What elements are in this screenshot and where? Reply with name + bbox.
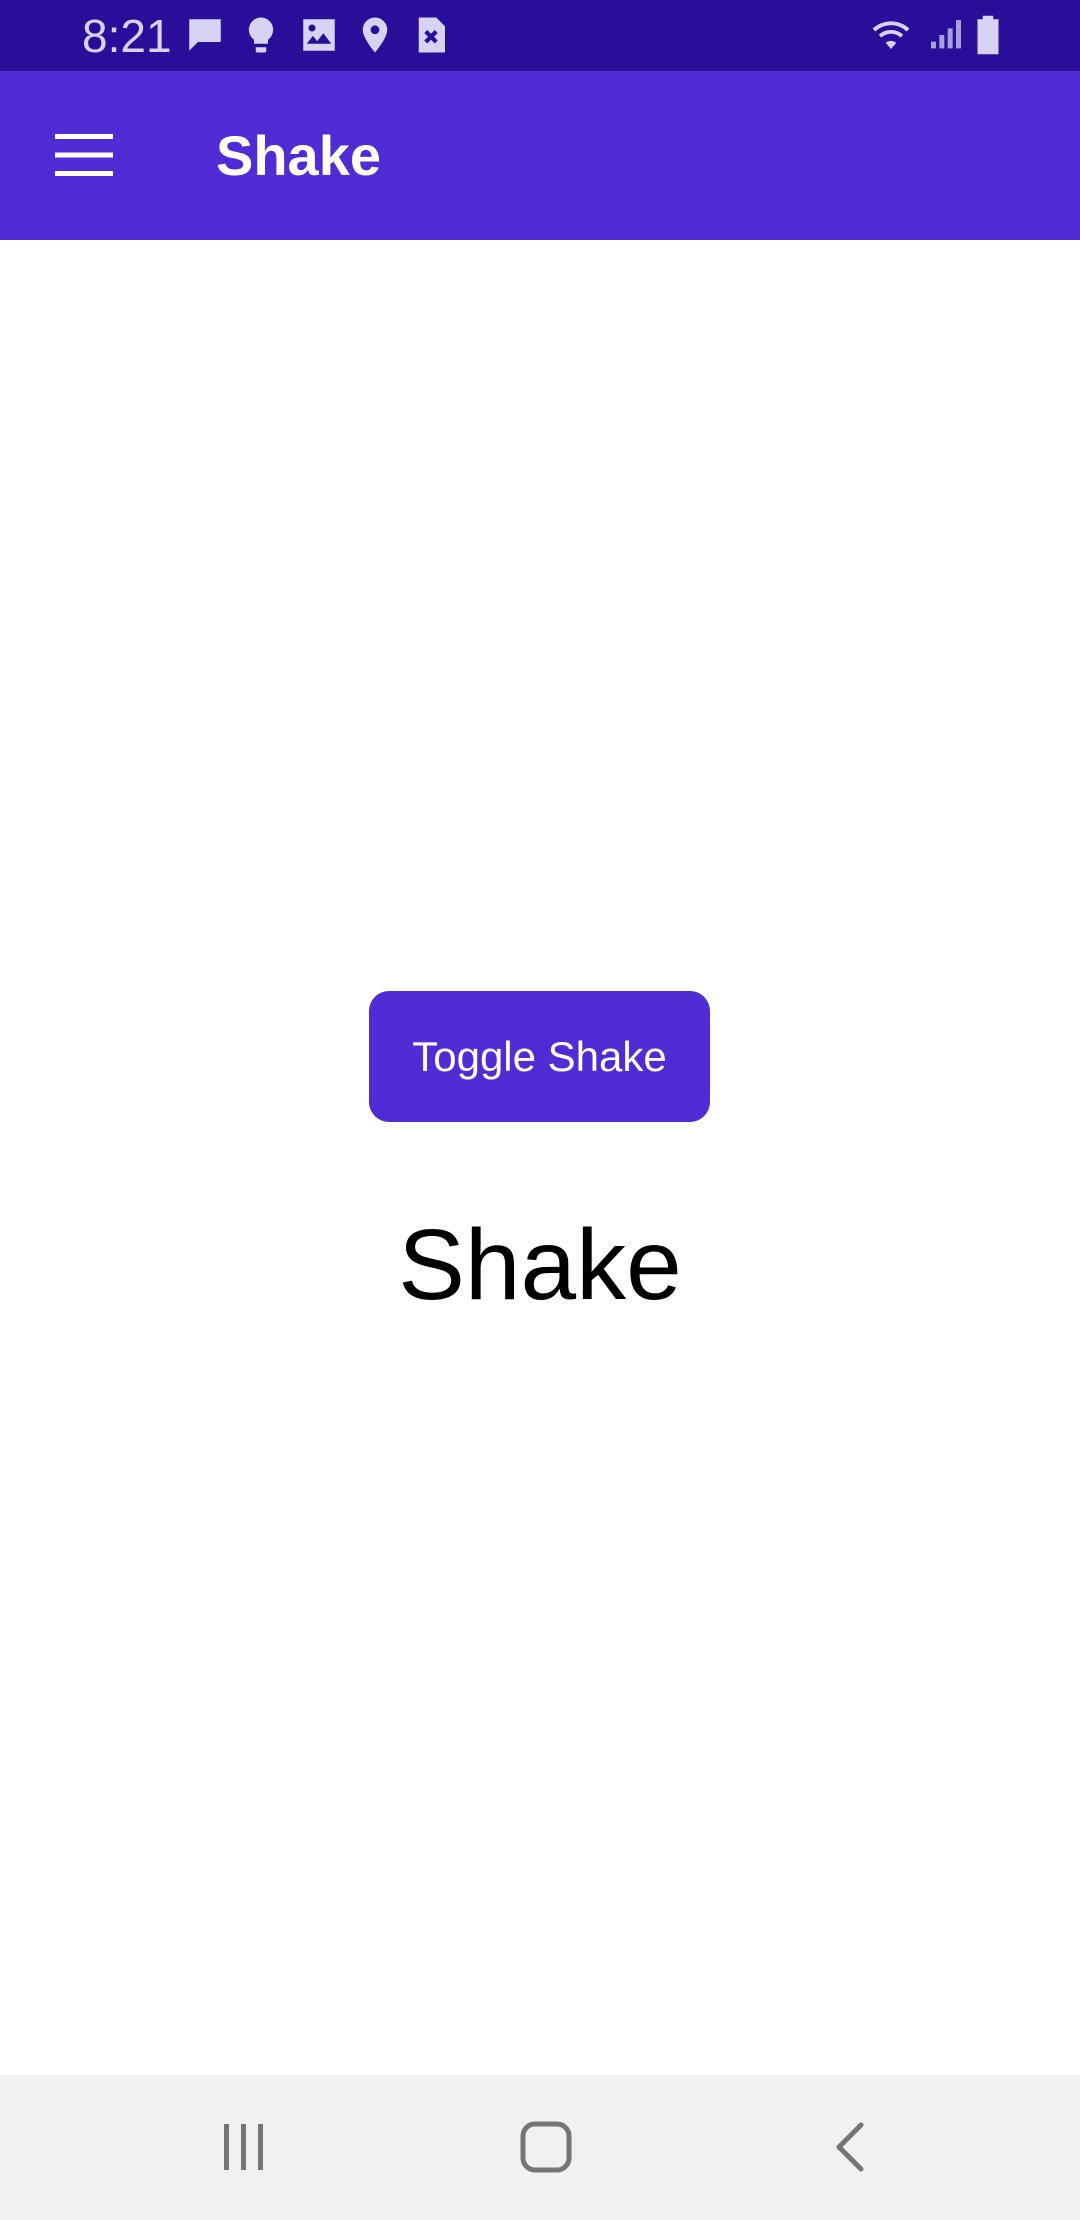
hamburger-menu-button[interactable] bbox=[36, 107, 132, 203]
location-pin-icon bbox=[354, 14, 396, 56]
status-time: 8:21 bbox=[82, 10, 172, 62]
back-button[interactable] bbox=[799, 2097, 899, 2197]
wifi-icon bbox=[866, 14, 916, 56]
close-box-icon bbox=[410, 14, 452, 56]
message-icon bbox=[184, 14, 226, 56]
home-icon bbox=[520, 2121, 572, 2173]
page-title: Shake bbox=[216, 124, 381, 187]
recent-apps-button[interactable] bbox=[194, 2097, 294, 2197]
recent-apps-icon bbox=[224, 2124, 263, 2170]
home-button[interactable] bbox=[496, 2097, 596, 2197]
lightbulb-icon bbox=[240, 14, 282, 56]
shake-label: Shake bbox=[398, 1209, 682, 1321]
image-icon bbox=[298, 14, 340, 56]
toggle-shake-button[interactable]: Toggle Shake bbox=[369, 991, 710, 1122]
hamburger-menu-icon bbox=[55, 134, 113, 176]
battery-icon bbox=[972, 14, 1004, 56]
status-bar: 8:21 bbox=[0, 0, 1080, 71]
app-bar: Shake bbox=[0, 71, 1080, 240]
back-icon bbox=[836, 2122, 864, 2172]
navigation-bar bbox=[0, 2075, 1080, 2220]
signal-icon bbox=[926, 14, 966, 56]
